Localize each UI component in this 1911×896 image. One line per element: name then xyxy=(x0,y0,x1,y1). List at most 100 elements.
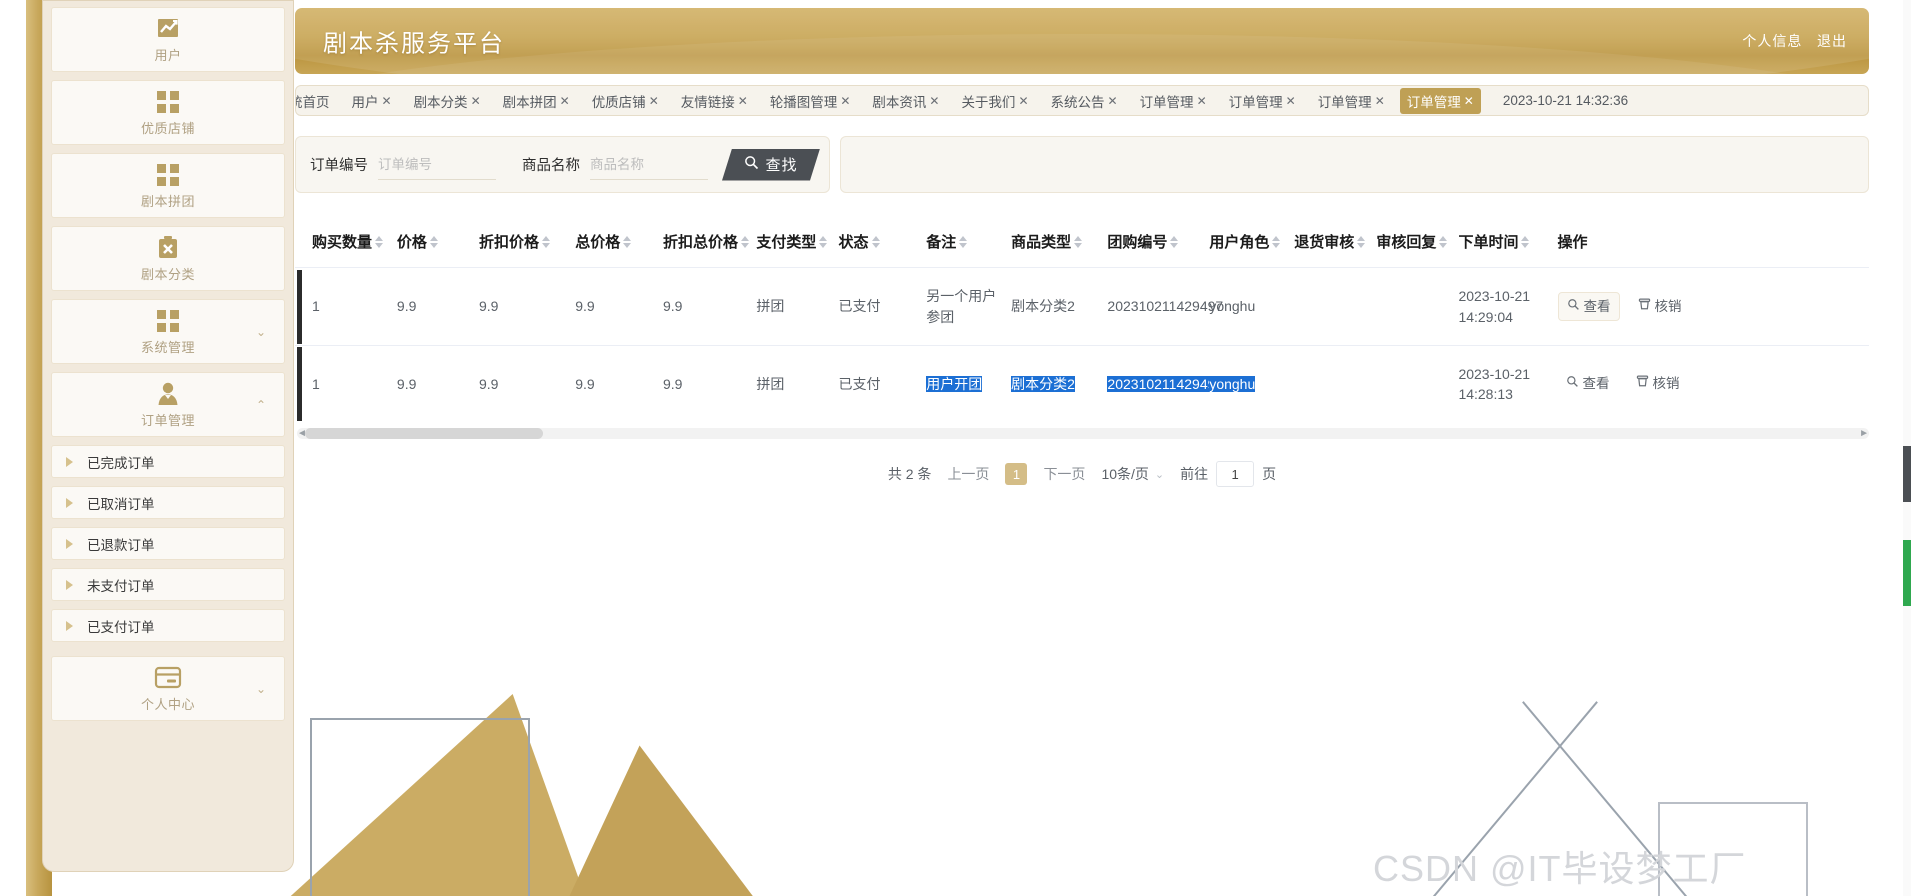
column-header-discount-total[interactable]: 折扣总价格 xyxy=(663,219,756,268)
tab-quality-shops[interactable]: 优质店铺 ✕ xyxy=(585,88,666,114)
column-header-goods-type[interactable]: 商品类型 xyxy=(1011,219,1107,268)
close-icon[interactable]: ✕ xyxy=(738,94,748,108)
sort-icon[interactable] xyxy=(1357,236,1366,249)
tab-script-category[interactable]: 剧本分类 ✕ xyxy=(407,88,488,114)
sort-icon[interactable] xyxy=(375,236,383,249)
tab-order-management-active[interactable]: 订单管理 ✕ xyxy=(1399,87,1481,114)
triangle-right-icon xyxy=(66,579,73,590)
goto-page-input[interactable] xyxy=(1216,461,1255,488)
close-icon[interactable]: ✕ xyxy=(1108,94,1118,108)
orders-table-body: 1 9.9 9.9 9.9 9.9 拼团 已支付 另一个用户参团 剧本分类2 2… xyxy=(295,267,1869,423)
verify-button[interactable]: 核销 xyxy=(1628,370,1688,398)
scrollbar-thumb[interactable] xyxy=(305,428,543,440)
column-header-return-audit[interactable]: 退货审核 xyxy=(1294,219,1376,268)
sort-icon[interactable] xyxy=(871,236,880,249)
sort-icon[interactable] xyxy=(1074,236,1083,249)
sort-icon[interactable] xyxy=(542,236,551,249)
column-header-discount-price[interactable]: 折扣价格 xyxy=(479,219,575,268)
tab-friend-links[interactable]: 友情链接 ✕ xyxy=(674,88,755,114)
order-no-input[interactable] xyxy=(378,149,496,180)
close-icon[interactable]: ✕ xyxy=(929,94,939,108)
tab-order-management-3[interactable]: 订单管理 ✕ xyxy=(1311,88,1392,114)
column-header-qty[interactable]: 购买数量 xyxy=(312,219,397,268)
tab-order-management-1[interactable]: 订单管理 ✕ xyxy=(1133,88,1214,114)
close-icon[interactable]: ✕ xyxy=(560,94,570,108)
sort-icon[interactable] xyxy=(741,236,750,249)
close-icon[interactable]: ✕ xyxy=(1018,94,1028,108)
column-header-remark[interactable]: 备注 xyxy=(926,219,1011,268)
verify-button-label: 核销 xyxy=(1654,298,1682,314)
sidebar-item-quality-shops[interactable]: 优质店铺 xyxy=(51,80,285,145)
column-header-order-time[interactable]: 下单时间 xyxy=(1458,219,1557,268)
horizontal-scrollbar[interactable]: ◄ ► xyxy=(297,428,1869,440)
tab-label: 剧本资讯 xyxy=(872,94,927,110)
sidebar-subitem-refunded-orders[interactable]: 已退款订单 xyxy=(51,527,285,560)
window-scrollbar[interactable] xyxy=(1903,0,1911,896)
goods-name-input[interactable] xyxy=(590,149,708,180)
next-page-button[interactable]: 下一页 xyxy=(1043,464,1085,484)
sidebar-item-script-group[interactable]: 剧本拼团 xyxy=(51,153,285,218)
tab-system-notice[interactable]: 系统公告 ✕ xyxy=(1044,88,1125,114)
sidebar-item-system-management[interactable]: 系统管理 ⌄ xyxy=(51,299,285,364)
sort-icon[interactable] xyxy=(429,236,438,249)
table-row[interactable]: 1 9.9 9.9 9.9 9.9 拼团 已支付 用户开团 剧本分类2 2023… xyxy=(295,344,1869,423)
tab-about-us[interactable]: 关于我们 ✕ xyxy=(954,88,1035,114)
column-header-total-price[interactable]: 总价格 xyxy=(575,219,663,268)
cell-audit-reply xyxy=(1376,344,1459,423)
close-icon[interactable]: ✕ xyxy=(471,94,481,108)
column-label: 操作 xyxy=(1557,234,1588,251)
scrollbar-segment-green[interactable] xyxy=(1903,540,1911,606)
sidebar-item-script-category[interactable]: 剧本分类 xyxy=(51,226,285,291)
scrollbar-segment-dark[interactable] xyxy=(1903,446,1911,502)
verify-button[interactable]: 核销 xyxy=(1630,293,1690,321)
sidebar-subitem-cancelled-orders[interactable]: 已取消订单 xyxy=(51,486,285,519)
column-header-price[interactable]: 价格 xyxy=(397,219,479,268)
table-row[interactable]: 1 9.9 9.9 9.9 9.9 拼团 已支付 另一个用户参团 剧本分类2 2… xyxy=(295,267,1869,346)
logout-link[interactable]: 退出 xyxy=(1817,33,1847,49)
column-header-pay-type[interactable]: 支付类型 xyxy=(756,219,838,268)
scroll-right-icon[interactable]: ► xyxy=(1859,428,1869,439)
tab-script-news[interactable]: 剧本资讯 ✕ xyxy=(865,88,946,114)
verify-button-label: 核销 xyxy=(1652,376,1680,392)
tab-home[interactable]: 统首页 xyxy=(296,88,337,114)
search-button[interactable]: 查找 xyxy=(722,149,820,181)
user-info-link[interactable]: 个人信息 xyxy=(1742,33,1802,49)
sort-icon[interactable] xyxy=(819,236,828,249)
view-button[interactable]: 查看 xyxy=(1558,370,1618,398)
triangle-right-icon xyxy=(66,456,73,467)
tab-script-group[interactable]: 剧本拼团 ✕ xyxy=(496,88,577,114)
close-icon[interactable]: ✕ xyxy=(1375,94,1385,108)
sort-icon[interactable] xyxy=(1170,236,1179,249)
tab-carousel-management[interactable]: 轮播图管理 ✕ xyxy=(763,88,858,114)
prev-page-button[interactable]: 上一页 xyxy=(947,464,989,484)
sort-icon[interactable] xyxy=(959,236,968,249)
tab-order-management-2[interactable]: 订单管理 ✕ xyxy=(1222,88,1303,114)
tab-users[interactable]: 用户 ✕ xyxy=(345,88,399,114)
column-header-user-role[interactable]: 用户角色 xyxy=(1209,219,1294,268)
sort-icon[interactable] xyxy=(623,236,632,249)
sidebar-item-order-management[interactable]: 订单管理 ⌃ xyxy=(51,372,285,437)
cell-qty: 1 xyxy=(311,267,397,346)
sort-icon[interactable] xyxy=(1272,236,1281,249)
column-header-group-no[interactable]: 团购编号 xyxy=(1107,219,1209,268)
cell-remark: 用户开团 xyxy=(926,344,1012,423)
sort-icon[interactable] xyxy=(1521,236,1530,249)
close-icon[interactable]: ✕ xyxy=(840,94,850,108)
search-button-label: 查找 xyxy=(765,157,798,174)
column-header-audit-reply[interactable]: 审核回复 xyxy=(1376,219,1458,268)
close-icon[interactable]: ✕ xyxy=(1464,94,1474,108)
close-icon[interactable]: ✕ xyxy=(1286,94,1296,108)
sidebar-subitem-paid-orders[interactable]: 已支付订单 xyxy=(51,609,285,642)
sidebar-subitem-unpaid-orders[interactable]: 未支付订单 xyxy=(51,568,285,601)
column-header-status[interactable]: 状态 xyxy=(839,219,927,268)
page-size-select[interactable]: 10条/页 ⌄ xyxy=(1101,464,1164,484)
page-number-1[interactable]: 1 xyxy=(1005,463,1028,486)
close-icon[interactable]: ✕ xyxy=(649,94,659,108)
close-icon[interactable]: ✕ xyxy=(1197,94,1207,108)
sort-icon[interactable] xyxy=(1439,236,1448,249)
sidebar-subitem-completed-orders[interactable]: 已完成订单 xyxy=(51,445,285,478)
sidebar-item-personal-center[interactable]: 个人中心 ⌄ xyxy=(51,656,285,721)
view-button[interactable]: 查看 xyxy=(1557,291,1620,322)
sidebar-item-users[interactable]: 用户 xyxy=(51,7,285,72)
close-icon[interactable]: ✕ xyxy=(382,94,392,108)
